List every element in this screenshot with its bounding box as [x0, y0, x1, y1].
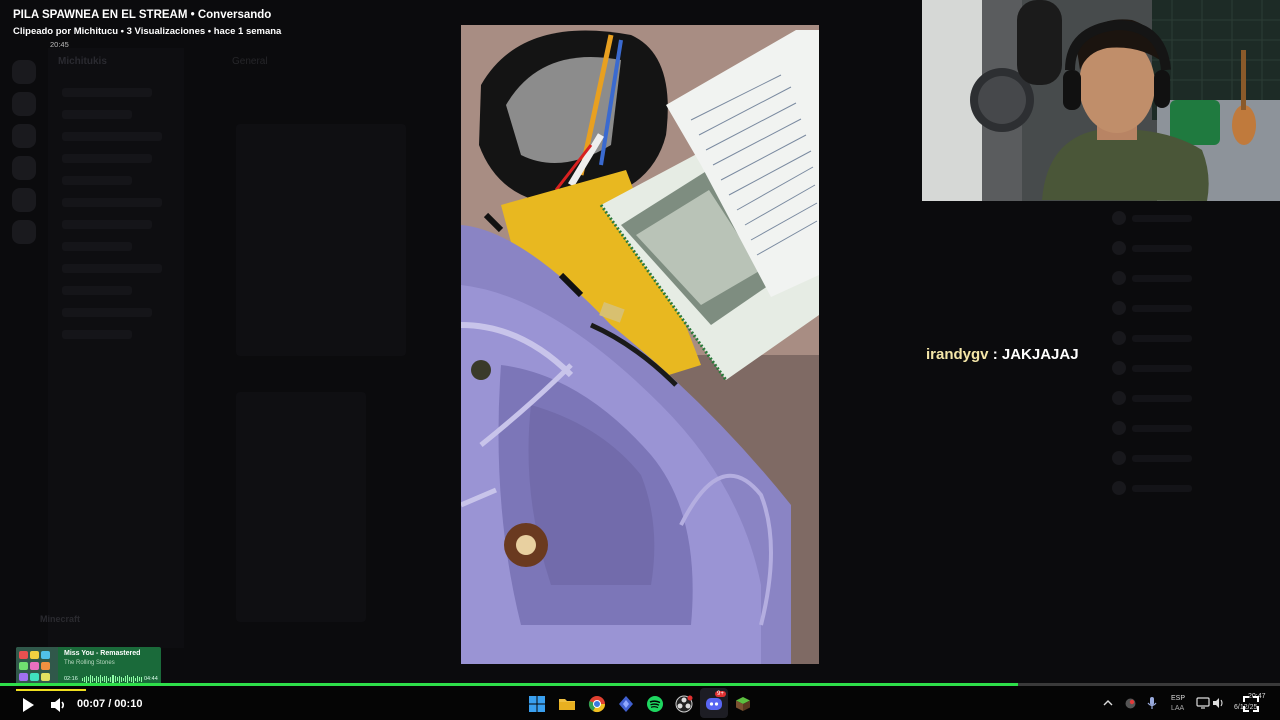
track-duration: 04:44 [144, 676, 158, 682]
diamond-app-icon[interactable] [617, 695, 635, 713]
windows-start-icon[interactable] [528, 695, 546, 713]
audio-waveform [82, 675, 142, 683]
clip-title: PILA SPAWNEA EN EL STREAM • Conversando [13, 9, 272, 21]
file-explorer-icon[interactable] [558, 695, 576, 713]
voice-label: Minecraft [40, 614, 81, 624]
chat-text: JAKJAJAJ [1001, 346, 1079, 363]
spotify-progress-line [16, 689, 86, 691]
track-title: Miss You - Remastered [64, 650, 141, 657]
bg-embed [236, 124, 406, 356]
obs-icon[interactable] [675, 695, 693, 713]
security-tray-icon[interactable] [1124, 697, 1137, 710]
spotify-icon[interactable] [646, 695, 664, 713]
channel-list: Michitukis [48, 48, 184, 648]
notification-badge: 9+ [715, 691, 726, 697]
network-icon[interactable] [1196, 697, 1210, 709]
volume-icon[interactable] [49, 696, 67, 714]
clip-timestamp: 20:45 [50, 40, 69, 49]
album-art [16, 647, 58, 687]
clip-meta: Clipeado por Michitucu • 3 Visualizacion… [13, 26, 282, 37]
chat-message: irandygv : JAKJAJAJ [926, 346, 1079, 363]
webcam-illustration [922, 0, 1280, 201]
webcam-feed [922, 0, 1280, 201]
track-artist: The Rolling Stones [64, 660, 115, 666]
video-time: 00:07 / 00:10 [77, 698, 143, 710]
speaker-icon[interactable] [1212, 697, 1225, 709]
keyboard-layout[interactable]: LAA [1171, 705, 1184, 712]
chat-username: irandygv [926, 346, 989, 363]
track-elapsed: 02:16 [64, 676, 78, 682]
player-controls: 00:07 / 00:10 9+ ESP LAA 20:47 6/12/25 [0, 686, 1280, 720]
discord-icon[interactable] [705, 695, 723, 713]
member-list [1112, 210, 1262, 650]
server-name: Michitukis [58, 56, 107, 67]
server-rail [8, 60, 40, 620]
language-code[interactable]: ESP [1171, 695, 1185, 702]
shared-photo [461, 25, 819, 664]
photo-illustration [461, 25, 819, 664]
chevron-up-icon[interactable] [1102, 697, 1114, 709]
fullscreen-icon[interactable] [1243, 696, 1259, 712]
bg-image [236, 392, 366, 622]
minecraft-icon[interactable] [734, 695, 752, 713]
channel-header: General [232, 56, 268, 67]
chat-separator: : [988, 346, 1002, 363]
play-icon[interactable] [20, 697, 36, 713]
microphone-icon[interactable] [1146, 696, 1158, 710]
chrome-icon[interactable] [588, 695, 606, 713]
spotify-widget[interactable]: Miss You - Remastered The Rolling Stones… [16, 647, 161, 687]
